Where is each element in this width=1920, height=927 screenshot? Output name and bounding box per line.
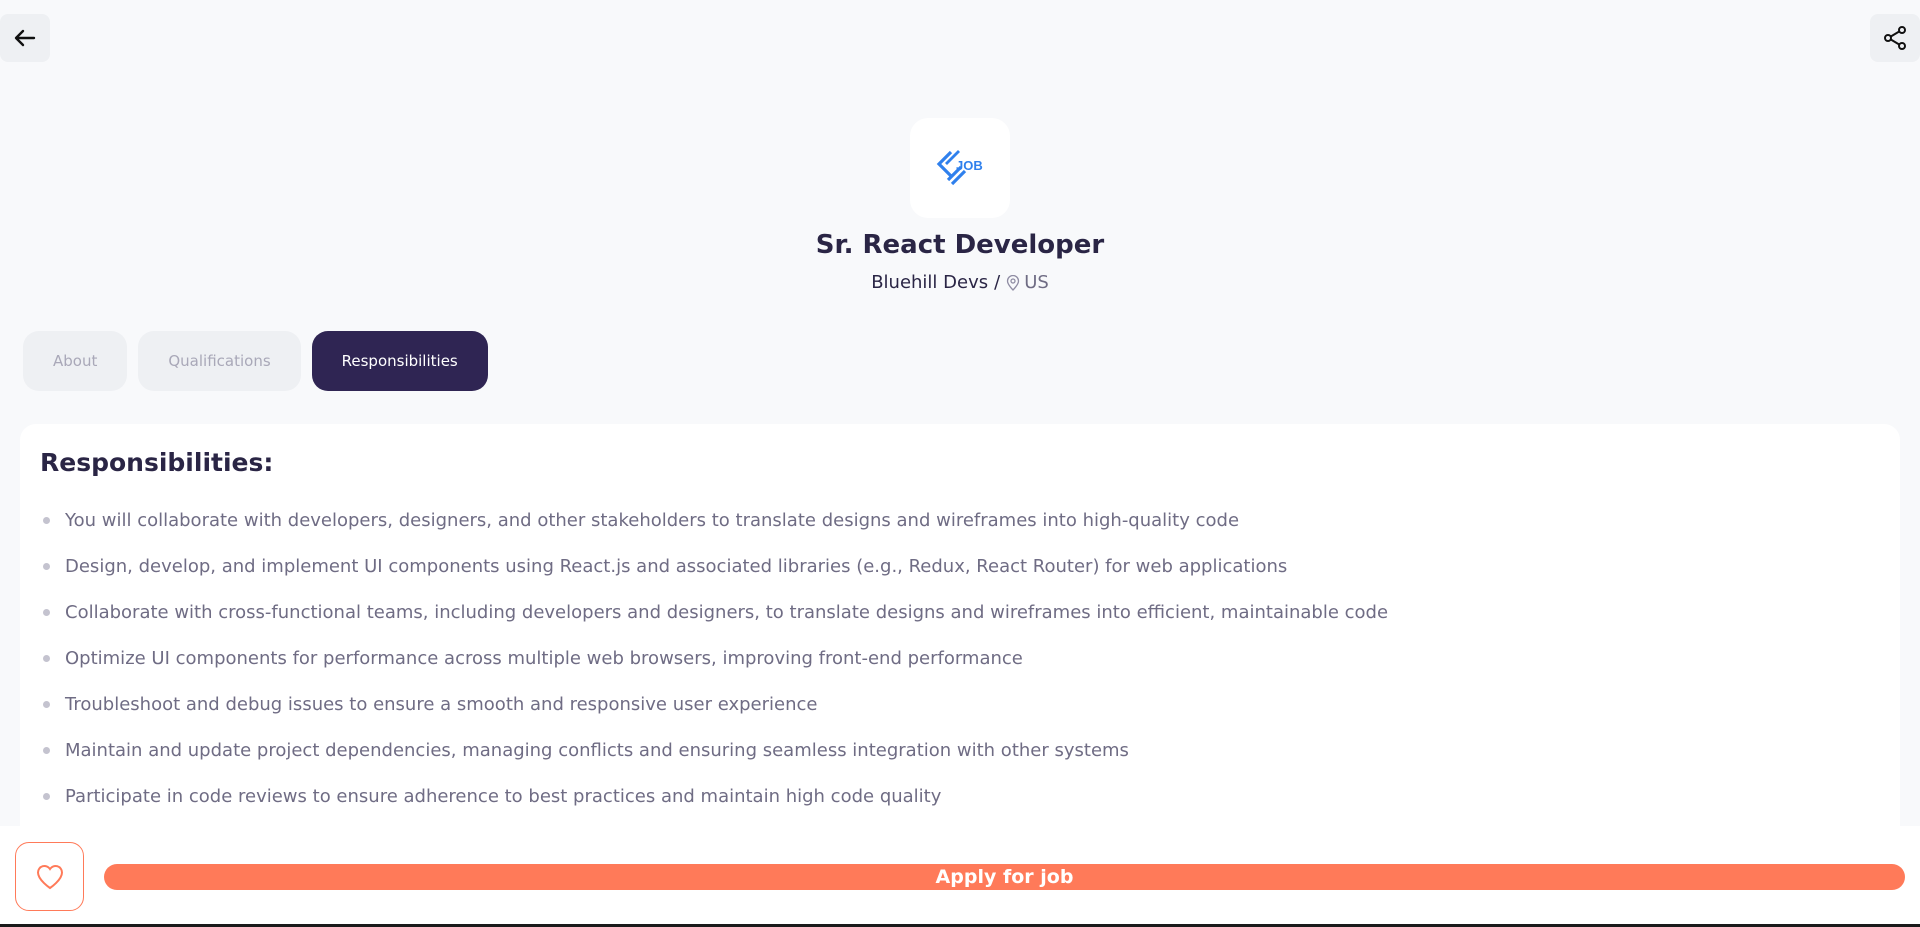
share-button[interactable] xyxy=(1870,14,1920,62)
tab-bar: About Qualifications Responsibilities xyxy=(23,331,488,391)
heart-icon xyxy=(36,864,63,889)
company-name: Bluehill Devs xyxy=(871,272,989,293)
job-title: Sr. React Developer xyxy=(815,230,1105,260)
company-logo: JOB xyxy=(910,118,1010,218)
list-item-text: You will collaborate with developers, de… xyxy=(65,509,1240,531)
tab-responsibilities[interactable]: Responsibilities xyxy=(311,331,488,391)
logo-text: JOB xyxy=(956,158,983,173)
list-item: You will collaborate with developers, de… xyxy=(40,497,1880,543)
list-item-text: Optimize UI components for performance a… xyxy=(65,647,1023,669)
back-button[interactable] xyxy=(0,14,50,62)
list-item-text: Design, develop, and implement UI compon… xyxy=(65,555,1288,577)
tab-about[interactable]: About xyxy=(23,331,128,391)
responsibilities-card: Responsibilities: You will collaborate w… xyxy=(20,424,1900,844)
bullet xyxy=(43,516,50,524)
tab-qualifications[interactable]: Qualifications xyxy=(138,331,301,391)
job-subtitle: Bluehill Devs / US xyxy=(0,272,1920,293)
arrow-left-icon xyxy=(14,29,36,47)
section-heading: Responsibilities: xyxy=(40,448,274,477)
list-item: Maintain and update project dependencies… xyxy=(40,727,1880,773)
location-text: US xyxy=(1024,272,1049,293)
job-logo-icon: JOB xyxy=(936,150,983,186)
list-item-text: Collaborate with cross-functional teams,… xyxy=(65,601,1389,623)
list-item: Collaborate with cross-functional teams,… xyxy=(40,589,1880,635)
action-bar: Apply for job xyxy=(0,826,1920,927)
map-pin-icon xyxy=(1007,274,1020,291)
job-detail-page: JOB Sr. React Developer Bluehill Devs / … xyxy=(0,0,1920,927)
bullet xyxy=(43,608,50,616)
list-item-text: Maintain and update project dependencies… xyxy=(65,739,1129,761)
favorite-button[interactable] xyxy=(15,842,84,911)
list-item-text: Troubleshoot and debug issues to ensure … xyxy=(65,693,818,715)
bullet xyxy=(43,562,50,570)
responsibilities-list: You will collaborate with developers, de… xyxy=(40,497,1880,819)
list-item: Design, develop, and implement UI compon… xyxy=(40,543,1880,589)
share-icon xyxy=(1884,26,1906,50)
list-item: Troubleshoot and debug issues to ensure … xyxy=(40,681,1880,727)
job-location: US xyxy=(1006,272,1049,293)
list-item: Participate in code reviews to ensure ad… xyxy=(40,773,1880,819)
bullet xyxy=(43,700,50,708)
subtitle-separator: / xyxy=(994,272,1001,293)
list-item: Optimize UI components for performance a… xyxy=(40,635,1880,681)
bullet xyxy=(43,746,50,754)
bullet xyxy=(43,654,50,662)
list-item-text: Participate in code reviews to ensure ad… xyxy=(65,785,942,807)
bullet xyxy=(43,792,50,800)
apply-button[interactable]: Apply for job xyxy=(104,864,1905,890)
